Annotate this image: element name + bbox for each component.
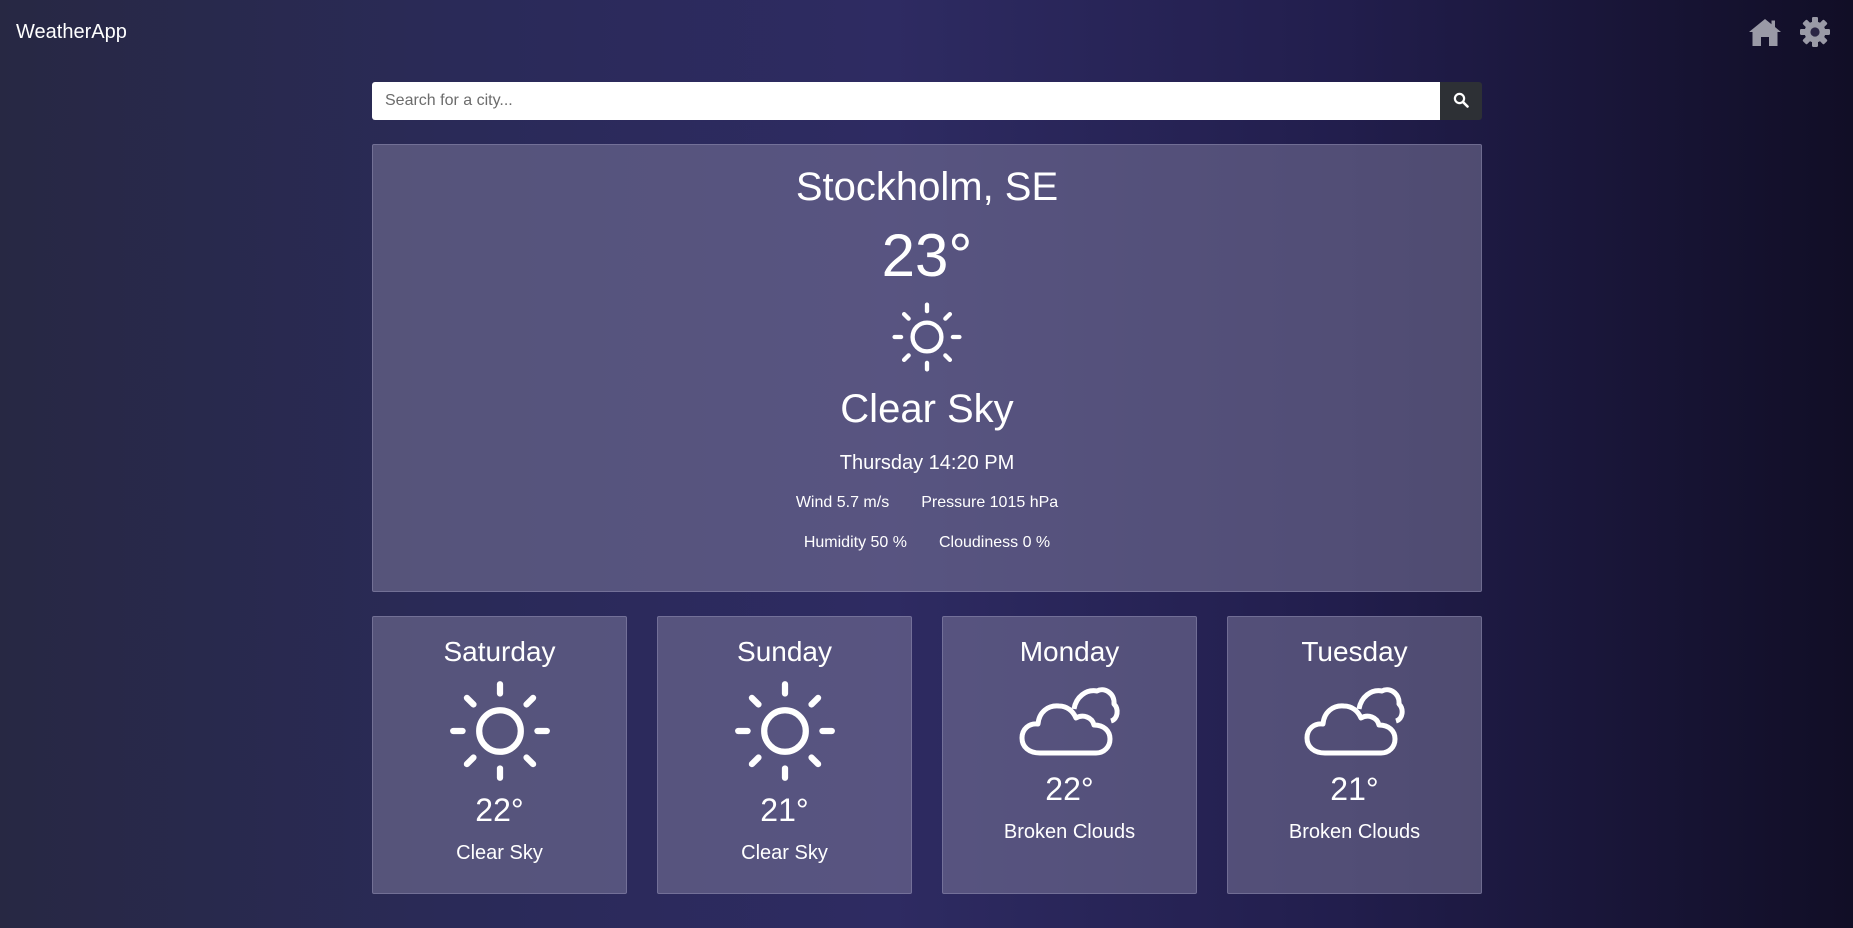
forecast-card-sunday[interactable]: Sunday 21° Clear Sky [657, 616, 912, 894]
forecast-card-tuesday[interactable]: Tuesday 21° Broken Clouds [1227, 616, 1482, 894]
cloudiness-value: Cloudiness 0 % [938, 534, 1051, 551]
forecast-card-saturday[interactable]: Saturday 22° Clear Sky [372, 616, 627, 894]
cloud-icon [1303, 679, 1407, 764]
current-datetime: Thursday 14:20 PM [839, 452, 1015, 474]
forecast-description: Clear Sky [741, 842, 828, 864]
forecast-description: Broken Clouds [1288, 821, 1421, 843]
current-description: Clear Sky [840, 387, 1014, 431]
forecast-day: Monday [1019, 636, 1120, 667]
search-input[interactable] [372, 82, 1440, 120]
forecast-temperature: 21° [760, 792, 809, 828]
forecast-day: Tuesday [1301, 636, 1408, 667]
wind-value: Wind 5.7 m/s [795, 494, 890, 511]
app-brand[interactable]: WeatherApp [16, 20, 127, 44]
pressure-value: Pressure 1015 hPa [921, 494, 1059, 511]
forecast-day: Sunday [737, 636, 832, 667]
forecast-day: Saturday [443, 636, 556, 667]
top-nav [1747, 14, 1833, 50]
humidity-value: Humidity 50 % [803, 534, 907, 551]
forecast-description: Broken Clouds [1003, 821, 1136, 843]
forecast-card-monday[interactable]: Monday 22° Broken Clouds [942, 616, 1197, 894]
current-temperature: 23° [881, 222, 973, 289]
home-icon[interactable] [1747, 14, 1783, 50]
cloud-icon [1018, 679, 1122, 764]
forecast-temperature: 22° [475, 792, 524, 828]
forecast-temperature: 22° [1045, 771, 1094, 807]
sun-icon [733, 679, 837, 788]
search-bar [372, 82, 1482, 120]
search-icon [1453, 92, 1469, 111]
forecast-description: Clear Sky [456, 842, 543, 864]
current-weather-card: Stockholm, SE 23° Clear Sky Thursday 14:… [372, 144, 1482, 592]
forecast-list: Saturday 22° Clear Sky Sunday 21° Clear … [372, 616, 1482, 894]
search-button[interactable] [1440, 82, 1482, 120]
sun-icon [448, 679, 552, 788]
weather-details-row: Wind 5.7 m/s Pressure 1015 hPa [373, 493, 1481, 513]
forecast-temperature: 21° [1330, 771, 1379, 807]
current-city: Stockholm, SE [795, 165, 1059, 209]
sun-icon [891, 301, 963, 378]
gear-icon[interactable] [1797, 14, 1833, 50]
weather-details-row: Humidity 50 % Cloudiness 0 % [373, 533, 1481, 553]
